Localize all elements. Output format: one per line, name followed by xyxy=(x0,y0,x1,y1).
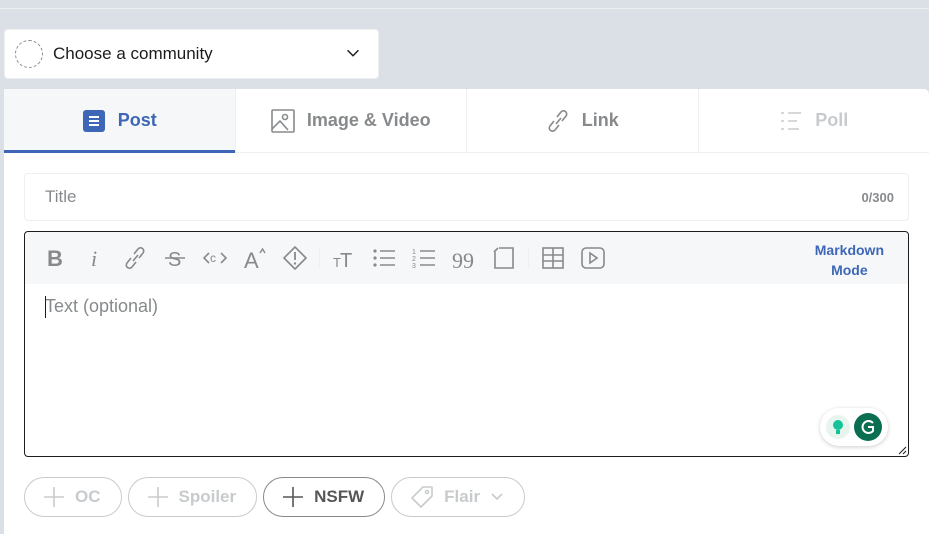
svg-text:99: 99 xyxy=(452,248,474,270)
svg-text:c: c xyxy=(210,251,216,265)
table-icon xyxy=(542,247,564,269)
link-icon xyxy=(125,247,145,269)
inline-code-icon: c xyxy=(203,251,227,265)
svg-text:2: 2 xyxy=(412,256,416,263)
svg-text:i: i xyxy=(91,246,97,270)
svg-text:B: B xyxy=(47,246,63,270)
quote-block-button[interactable]: 99 xyxy=(444,240,484,276)
plus-icon xyxy=(44,487,64,507)
table-button[interactable] xyxy=(533,240,573,276)
community-placeholder-icon xyxy=(15,40,43,68)
heading-icon: TT xyxy=(333,250,352,270)
markdown-mode-label: Mode xyxy=(831,262,868,278)
grammarly-widget[interactable] xyxy=(820,408,888,446)
title-field: 0/300 xyxy=(24,173,909,221)
title-input[interactable] xyxy=(25,187,825,207)
plus-icon xyxy=(147,487,168,507)
numbered-list-button[interactable]: 123 xyxy=(404,240,444,276)
tab-post[interactable]: Post xyxy=(4,89,236,153)
tab-poll[interactable]: Poll xyxy=(699,89,929,152)
lightbulb-icon xyxy=(826,415,850,439)
nsfw-label: NSFW xyxy=(314,487,365,506)
body-text-area[interactable]: Text (optional) xyxy=(25,284,908,456)
svg-text:1: 1 xyxy=(412,249,416,256)
bold-icon: B xyxy=(47,246,63,270)
tab-image-video[interactable]: Image & Video xyxy=(236,89,467,152)
inline-code-button[interactable]: c xyxy=(195,240,235,276)
code-block-button[interactable] xyxy=(484,240,524,276)
numbered-list-icon: 123 xyxy=(412,249,435,270)
code-block-icon xyxy=(493,247,514,269)
post-icon xyxy=(82,109,106,133)
poll-icon xyxy=(779,109,803,133)
resize-handle-icon[interactable] xyxy=(897,445,907,455)
svg-text:S: S xyxy=(168,249,181,270)
divider xyxy=(0,8,929,9)
strikethrough-icon: S xyxy=(165,249,185,270)
grammarly-icon xyxy=(854,413,882,441)
superscript-icon: A xyxy=(244,247,266,270)
spoiler-tag-label: Spoiler xyxy=(178,487,237,506)
plus-icon xyxy=(283,487,304,507)
link-icon xyxy=(546,109,570,133)
flair-button[interactable]: Flair xyxy=(391,477,526,517)
nsfw-button[interactable]: NSFW xyxy=(263,477,386,517)
italic-button[interactable]: i xyxy=(75,240,115,276)
bold-button[interactable]: B xyxy=(35,240,75,276)
video-icon xyxy=(581,247,605,269)
editor-toolbar: B i S c A TT 123 99 Markdown Mode xyxy=(25,232,908,284)
italic-icon: i xyxy=(91,246,97,270)
strikethrough-button[interactable]: S xyxy=(155,240,195,276)
tab-link-label: Link xyxy=(581,110,619,130)
svg-text:T: T xyxy=(340,250,352,270)
oc-button[interactable]: OC xyxy=(24,477,122,517)
spoiler-button[interactable] xyxy=(275,240,315,276)
bulleted-list-button[interactable] xyxy=(364,240,404,276)
tag-icon xyxy=(411,486,433,508)
spoiler-tag-button[interactable]: Spoiler xyxy=(127,477,258,517)
toolbar-divider xyxy=(319,248,320,268)
flair-label: Flair xyxy=(444,487,481,506)
tab-image-video-label: Image & Video xyxy=(306,110,431,130)
image-icon xyxy=(271,108,295,133)
markdown-mode-label: Markdown xyxy=(814,242,884,258)
create-post-card: Post Image & Video Link Poll 0/300 B i xyxy=(4,89,929,534)
text-cursor xyxy=(45,296,46,318)
toolbar-divider xyxy=(528,248,529,268)
post-type-tabs: Post Image & Video Link Poll xyxy=(4,89,929,153)
tab-link[interactable]: Link xyxy=(467,89,699,152)
spoiler-icon xyxy=(283,246,307,270)
tab-poll-label: Poll xyxy=(815,110,849,130)
community-selector[interactable]: Choose a community xyxy=(4,29,379,79)
quote-block-icon: 99 xyxy=(452,248,474,270)
svg-text:A: A xyxy=(244,248,259,270)
chevron-down-icon xyxy=(491,493,503,501)
title-char-counter: 0/300 xyxy=(861,189,894,205)
markdown-mode-toggle[interactable]: Markdown Mode xyxy=(815,240,884,280)
link-button[interactable] xyxy=(115,240,155,276)
chevron-down-icon xyxy=(347,49,359,57)
rich-text-editor: B i S c A TT 123 99 Markdown Mode Text (… xyxy=(24,231,909,457)
community-selector-label: Choose a community xyxy=(53,44,213,63)
post-tags: OC Spoiler NSFW Flair xyxy=(24,477,531,517)
svg-text:3: 3 xyxy=(412,263,416,270)
bulleted-list-icon xyxy=(373,249,395,267)
video-button[interactable] xyxy=(573,240,613,276)
tab-post-label: Post xyxy=(117,110,157,130)
superscript-button[interactable]: A xyxy=(235,240,275,276)
body-text-placeholder: Text (optional) xyxy=(45,296,159,316)
oc-label: OC xyxy=(75,487,101,506)
heading-button[interactable]: TT xyxy=(324,240,364,276)
